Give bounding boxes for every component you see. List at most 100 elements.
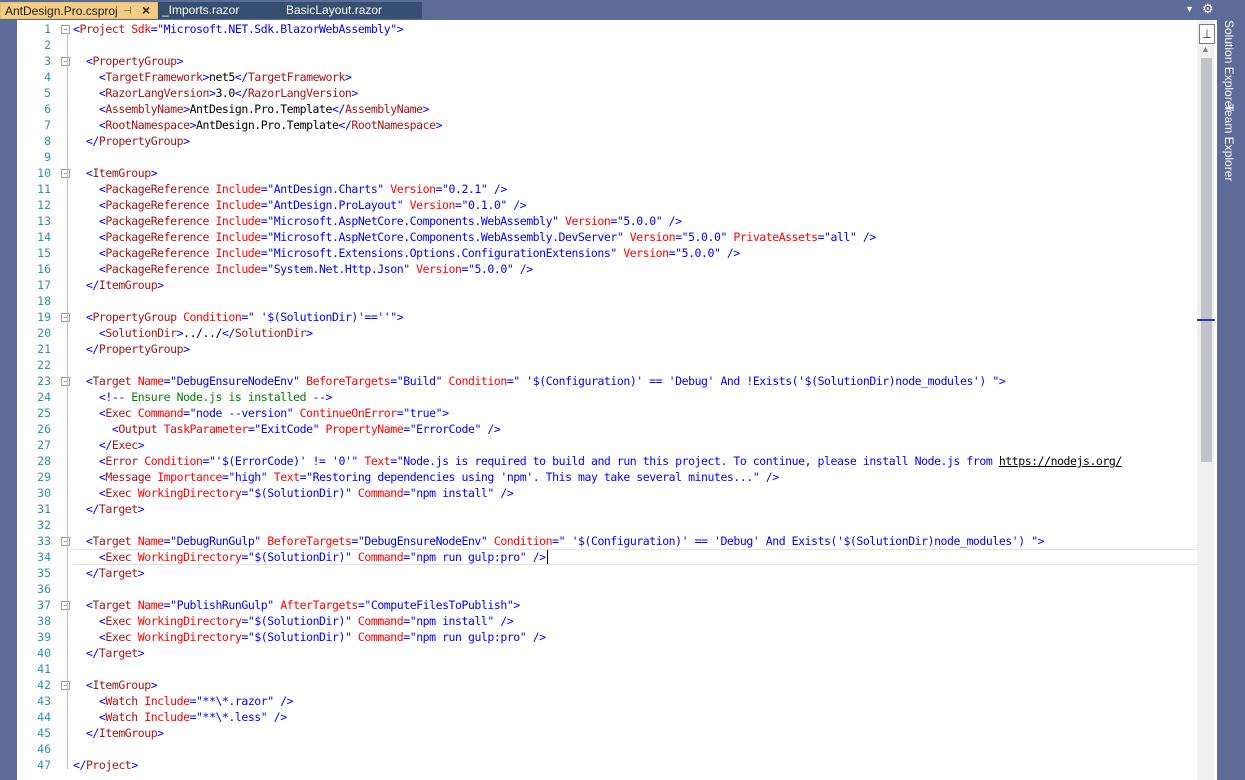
code-line[interactable]: </Target> bbox=[73, 645, 1197, 661]
code-token: > bbox=[137, 438, 145, 452]
split-window-button[interactable]: ⊥ bbox=[1199, 24, 1215, 44]
code-line[interactable]: <PackageReference Include="Microsoft.Asp… bbox=[73, 229, 1197, 245]
team-explorer-tab[interactable]: Team Explorer bbox=[1222, 104, 1236, 181]
tab-basiclayout-razor[interactable]: BasicLayout.razor bbox=[282, 2, 422, 19]
code-line[interactable]: <TargetFramework>net5</TargetFramework> bbox=[73, 69, 1197, 85]
code-line[interactable] bbox=[73, 517, 1197, 533]
code-line[interactable]: <PropertyGroup> bbox=[73, 53, 1197, 69]
code-token: $(SolutionDir) bbox=[254, 630, 345, 644]
code-line[interactable]: <Exec WorkingDirectory="$(SolutionDir)" … bbox=[73, 613, 1197, 629]
code-token: =" bbox=[552, 534, 566, 548]
code-text: <Exec WorkingDirectory="$(SolutionDir)" … bbox=[73, 629, 546, 645]
code-line[interactable]: </PropertyGroup> bbox=[73, 133, 1197, 149]
scrollbar-thumb[interactable] bbox=[1201, 58, 1212, 462]
code-line[interactable]: <Target Name="PublishRunGulp" AfterTarge… bbox=[73, 597, 1197, 613]
code-token: RootNamespace bbox=[105, 118, 190, 132]
solution-explorer-tab[interactable]: Solution Explorer bbox=[1222, 20, 1236, 111]
code-line[interactable] bbox=[73, 741, 1197, 757]
code-line[interactable]: <Target Name="DebugEnsureNodeEnv" Before… bbox=[73, 373, 1197, 389]
collapse-toggle-icon[interactable]: − bbox=[61, 313, 70, 322]
code-token: $(SolutionDir) bbox=[254, 614, 345, 628]
code-line[interactable]: <Project Sdk="Microsoft.NET.Sdk.BlazorWe… bbox=[73, 21, 1197, 37]
code-token: Include bbox=[137, 710, 190, 724]
code-line[interactable]: <Error Condition="'$(ErrorCode)' != '0'"… bbox=[73, 453, 1197, 469]
code-token: Text bbox=[267, 470, 300, 484]
code-token: AntDesign.Pro.Template bbox=[189, 102, 333, 116]
code-line[interactable] bbox=[73, 581, 1197, 597]
code-text: <Exec WorkingDirectory="$(SolutionDir)" … bbox=[73, 549, 548, 565]
code-line[interactable]: <ItemGroup> bbox=[73, 677, 1197, 693]
gear-icon[interactable]: ⚙ bbox=[1202, 1, 1214, 17]
fold-guide bbox=[67, 545, 68, 577]
code-line[interactable]: </Exec> bbox=[73, 437, 1197, 453]
code-token: TargetFramework bbox=[247, 70, 346, 84]
code-token: WorkingDirectory bbox=[131, 614, 242, 628]
code-token: Importance bbox=[150, 470, 222, 484]
close-icon[interactable]: × bbox=[142, 3, 150, 18]
code-token: =" bbox=[241, 614, 255, 628]
code-token: =" bbox=[357, 598, 371, 612]
tab-list-dropdown-icon[interactable]: ▼ bbox=[1185, 4, 1194, 14]
collapse-toggle-icon[interactable]: − bbox=[61, 537, 70, 546]
collapse-toggle-icon[interactable]: − bbox=[61, 169, 70, 178]
document-tab-strip: AntDesign.Pro.csproj ⊣ × _Imports.razor … bbox=[0, 0, 1218, 20]
code-line[interactable]: </PropertyGroup> bbox=[73, 341, 1197, 357]
code-line[interactable]: <PackageReference Include="AntDesign.Pro… bbox=[73, 197, 1197, 213]
code-area[interactable]: <Project Sdk="Microsoft.NET.Sdk.BlazorWe… bbox=[73, 20, 1197, 780]
code-line[interactable]: </ItemGroup> bbox=[73, 725, 1197, 741]
collapse-toggle-icon[interactable]: − bbox=[61, 25, 70, 34]
code-token: WorkingDirectory bbox=[131, 630, 242, 644]
code-line[interactable]: <PropertyGroup Condition=" '$(SolutionDi… bbox=[73, 309, 1197, 325]
code-line[interactable]: <ItemGroup> bbox=[73, 165, 1197, 181]
code-token: =" bbox=[247, 422, 261, 436]
collapse-toggle-icon[interactable]: − bbox=[61, 377, 70, 386]
code-line[interactable] bbox=[73, 37, 1197, 53]
code-line[interactable]: <Watch Include="**\*.razor" /> bbox=[73, 693, 1197, 709]
code-line[interactable]: <Message Importance="high" Text="Restori… bbox=[73, 469, 1197, 485]
tab-antdesign-pro-csproj[interactable]: AntDesign.Pro.csproj ⊣ × bbox=[0, 2, 158, 19]
code-line[interactable]: <RazorLangVersion>3.0</RazorLangVersion> bbox=[73, 85, 1197, 101]
code-line[interactable]: <PackageReference Include="Microsoft.Ext… bbox=[73, 245, 1197, 261]
code-line[interactable]: </Project> bbox=[73, 757, 1197, 773]
code-line[interactable]: <PackageReference Include="Microsoft.Asp… bbox=[73, 213, 1197, 229]
code-line[interactable] bbox=[73, 357, 1197, 373]
pin-icon[interactable]: ⊣ bbox=[123, 3, 132, 18]
code-line[interactable]: <SolutionDir>../../</SolutionDir> bbox=[73, 325, 1197, 341]
code-token: =" bbox=[403, 422, 417, 436]
code-line[interactable]: <RootNamespace>AntDesign.Pro.Template</R… bbox=[73, 117, 1197, 133]
line-number: 18 bbox=[37, 294, 51, 308]
code-line[interactable]: </ItemGroup> bbox=[73, 277, 1197, 293]
line-number: 15 bbox=[37, 246, 51, 260]
line-number: 5 bbox=[44, 86, 51, 100]
url-link[interactable]: https://nodejs.org/ bbox=[999, 454, 1122, 468]
code-line[interactable]: <Exec WorkingDirectory="$(SolutionDir)" … bbox=[73, 629, 1197, 645]
scroll-up-arrow-icon[interactable]: ▲ bbox=[1201, 44, 1210, 54]
code-token: Version bbox=[383, 182, 436, 196]
code-line[interactable] bbox=[73, 661, 1197, 677]
tab-imports-razor[interactable]: _Imports.razor bbox=[158, 2, 282, 19]
line-number: 1 bbox=[44, 22, 51, 36]
code-editor[interactable]: 1−2 3−4 5 6 7 8 9 10−11 12 13 14 15 16 17 18 19−20 21 22 2… bbox=[17, 20, 1217, 780]
code-line[interactable]: <PackageReference Include="AntDesign.Cha… bbox=[73, 181, 1197, 197]
code-line[interactable]: <Target Name="DebugRunGulp" BeforeTarget… bbox=[73, 533, 1197, 549]
code-line[interactable]: <Watch Include="**\*.less" /> bbox=[73, 709, 1197, 725]
code-line[interactable]: <!-- Ensure Node.js is installed --> bbox=[73, 389, 1197, 405]
collapse-toggle-icon[interactable]: − bbox=[61, 601, 70, 610]
code-line[interactable]: <Exec WorkingDirectory="$(SolutionDir)" … bbox=[73, 485, 1197, 501]
code-line[interactable]: </Target> bbox=[73, 565, 1197, 581]
code-line[interactable]: </Target> bbox=[73, 501, 1197, 517]
code-line[interactable]: <Exec WorkingDirectory="$(SolutionDir)" … bbox=[73, 549, 1197, 565]
code-line[interactable]: <Output TaskParameter="ExitCode" Propert… bbox=[73, 421, 1197, 437]
code-token: AfterTargets bbox=[273, 598, 358, 612]
code-line[interactable]: <Exec Command="node --version" ContinueO… bbox=[73, 405, 1197, 421]
code-token: Exec bbox=[105, 406, 132, 420]
collapse-toggle-icon[interactable]: − bbox=[61, 681, 70, 690]
collapse-toggle-icon[interactable]: − bbox=[61, 57, 70, 66]
code-token: Target bbox=[92, 374, 132, 388]
code-line[interactable]: <PackageReference Include="System.Net.Ht… bbox=[73, 261, 1197, 277]
code-line[interactable] bbox=[73, 149, 1197, 165]
code-line[interactable] bbox=[73, 293, 1197, 309]
code-line[interactable]: <AssemblyName>AntDesign.Pro.Template</As… bbox=[73, 101, 1197, 117]
code-token: '$(SolutionDir)'=='' bbox=[254, 310, 391, 324]
